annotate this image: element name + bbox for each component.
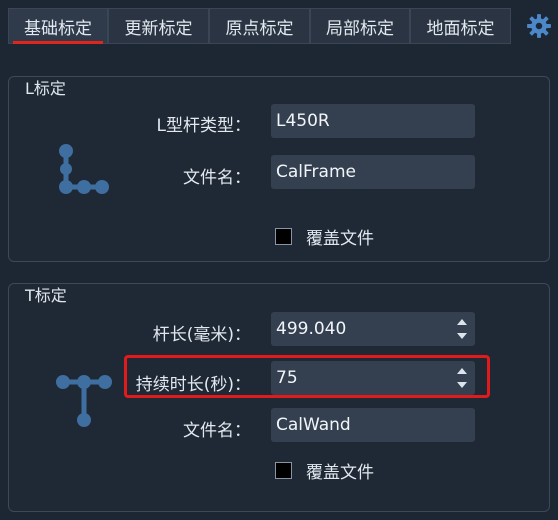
duration-spinbox[interactable]: 75 [271, 361, 475, 395]
tab-label: 地面标定 [426, 18, 495, 39]
gear-icon [527, 14, 551, 38]
t-overwrite-label: 覆盖文件 [306, 463, 374, 483]
t-overwrite-checkbox[interactable] [275, 462, 292, 479]
duration-value: 75 [276, 368, 298, 388]
l-overwrite-label: 覆盖文件 [306, 229, 374, 249]
l-overwrite-checkbox[interactable] [275, 228, 292, 245]
active-tab-indicator [13, 41, 103, 44]
tab-label: 局部标定 [326, 18, 394, 39]
tab-ground-calibration[interactable]: 地面标定 [410, 8, 511, 44]
l-calibration-group: L标定 L型杆类型： L450R 文件名： CalFrame 覆盖文件 [8, 76, 550, 262]
rod-length-value: 499.040 [276, 319, 347, 339]
rod-length-spinbox[interactable]: 499.040 [271, 312, 475, 346]
group-title: T标定 [25, 286, 67, 305]
group-title: L标定 [25, 79, 66, 98]
tab-local-calibration[interactable]: 局部标定 [310, 8, 410, 44]
t-overwrite-row: 覆盖文件 [275, 458, 374, 483]
rod-type-label: L型杆类型： [156, 116, 251, 136]
rod-length-label: 杆长(毫米)： [152, 325, 251, 345]
settings-button[interactable] [522, 10, 556, 42]
tab-label: 更新标定 [124, 18, 193, 39]
tab-update-calibration[interactable]: 更新标定 [108, 8, 209, 44]
l-overwrite-row: 覆盖文件 [275, 224, 374, 249]
file-name-label: 文件名： [183, 421, 251, 441]
tab-basic-calibration[interactable]: 基础标定 [8, 8, 108, 44]
file-name-label: 文件名： [183, 168, 251, 188]
t-file-name-input[interactable]: CalWand [271, 408, 475, 442]
l-file-name-value: CalFrame [276, 162, 356, 182]
spin-arrows-icon[interactable] [455, 314, 469, 344]
duration-label: 持续时长(秒)： [135, 375, 251, 395]
l-file-name-input[interactable]: CalFrame [271, 155, 475, 189]
rod-type-value: L450R [276, 111, 330, 131]
tab-label: 原点标定 [225, 18, 294, 39]
t-calibration-group: T标定 杆长(毫米)： 499.040 持续时长(秒)： 75 文件名： Cal… [8, 283, 550, 512]
rod-type-field[interactable]: L450R [271, 104, 475, 138]
spin-arrows-icon[interactable] [455, 363, 469, 393]
tab-bar: 基础标定 更新标定 原点标定 局部标定 地面标定 [0, 0, 558, 46]
tab-label: 基础标定 [24, 18, 92, 39]
t-file-name-value: CalWand [276, 415, 351, 435]
tab-origin-calibration[interactable]: 原点标定 [209, 8, 310, 44]
